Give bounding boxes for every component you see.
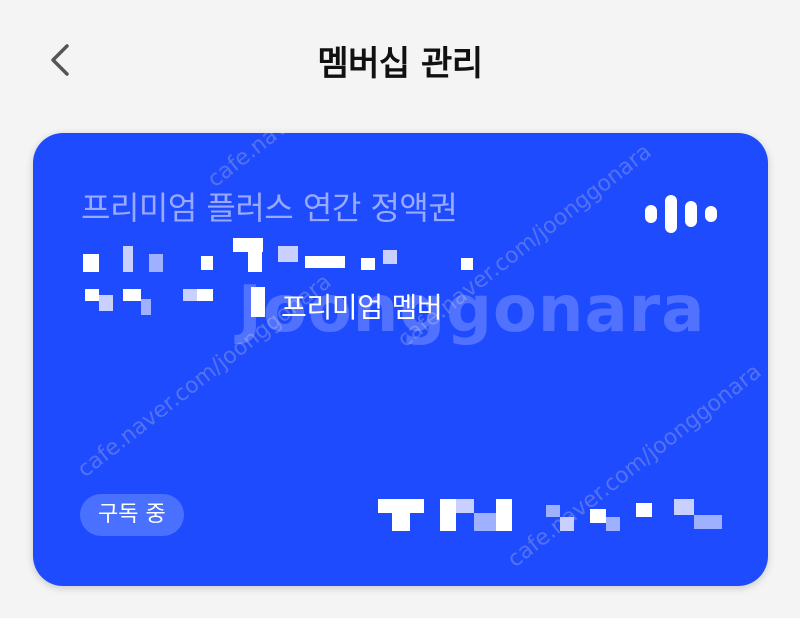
sound-wave-logo-icon (645, 195, 717, 233)
plan-name: 프리미엄 플러스 연간 정액권 (81, 189, 458, 227)
status-badge: 구독 중 (80, 494, 184, 536)
header: 멤버십 관리 (0, 0, 800, 120)
membership-card[interactable]: cafe.naver.com/joonggonara cafe.naver.co… (33, 133, 768, 586)
redacted-info (83, 238, 483, 274)
member-grade: 프리미엄 멤버 (281, 291, 443, 324)
watermark-text: cafe.naver.com/joonggonara (503, 359, 767, 573)
redacted-info (83, 283, 273, 319)
membership-screen: 멤버십 관리 cafe.naver.com/joonggonara cafe.n… (0, 0, 800, 618)
page-title: 멤버십 관리 (317, 44, 483, 84)
redacted-date (378, 499, 723, 533)
